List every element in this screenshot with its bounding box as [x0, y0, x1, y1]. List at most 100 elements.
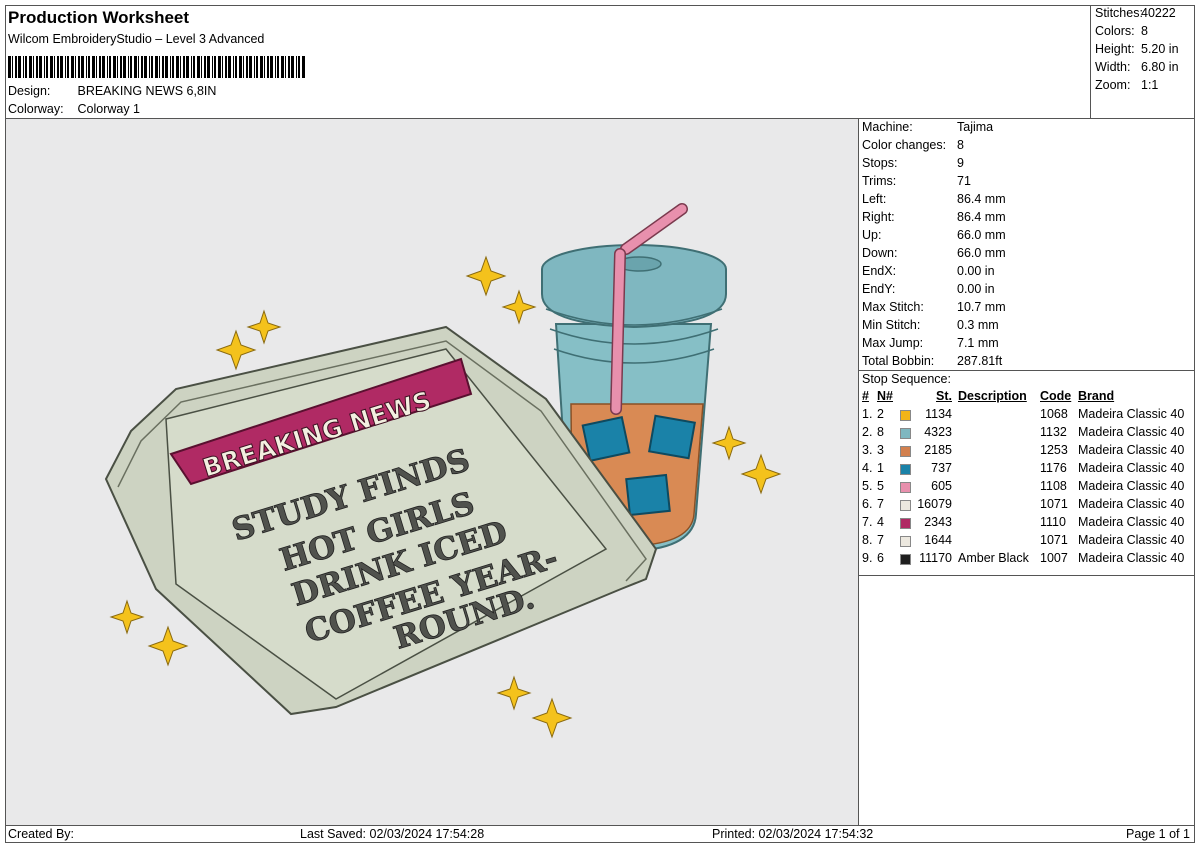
design-label: Design: — [8, 84, 51, 98]
sparkle-icon — [246, 309, 282, 345]
row-needle: 8 — [877, 425, 884, 439]
info-row: Down: 66.0 mm — [862, 246, 1006, 260]
software-name: Wilcom EmbroideryStudio – Level 3 Advanc… — [8, 32, 265, 46]
barcode-bar — [162, 56, 164, 78]
barcode-bar — [44, 56, 45, 78]
row-code: 1108 — [1040, 479, 1067, 493]
barcode-bar — [246, 56, 248, 78]
table-row: 7. 4 2343 1110 Madeira Classic 40 — [860, 515, 1194, 533]
barcode-bar — [130, 56, 132, 78]
color-swatch — [900, 500, 911, 511]
col-stitches: St. — [936, 389, 952, 403]
barcode-bar — [33, 56, 34, 78]
barcode-bar — [298, 56, 300, 78]
barcode-bar — [218, 56, 221, 78]
barcode-bar — [50, 56, 53, 78]
footer-divider — [5, 825, 1195, 826]
stop-sequence-heading: Stop Sequence: — [862, 372, 951, 386]
info-value: Tajima — [957, 120, 994, 134]
table-row: 5. 5 605 1108 Madeira Classic 40 — [860, 479, 1194, 497]
barcode-bar — [281, 56, 284, 78]
table-row: 6. 7 16079 1071 Madeira Classic 40 — [860, 497, 1194, 515]
row-code: 1071 — [1040, 533, 1068, 547]
barcode-bar — [71, 56, 74, 78]
info-value: 86.4 mm — [957, 210, 1006, 224]
barcode-bar — [117, 56, 118, 78]
info-row: Stops: 9 — [862, 156, 964, 170]
barcode-bar — [102, 56, 105, 78]
barcode-bar — [60, 56, 63, 78]
barcode-bar — [302, 56, 305, 78]
table-row: 2. 8 4323 1132 Madeira Classic 40 — [860, 425, 1194, 443]
barcode-bar — [270, 56, 273, 78]
page-title: Production Worksheet — [8, 8, 190, 27]
barcode-bar — [29, 56, 32, 78]
embroidery-artwork: BREAKING NEWS STUDY FINDS HOT GIRLS DRIN… — [104, 203, 782, 739]
info-row: Up: 66.0 mm — [862, 228, 1006, 242]
barcode-bar — [75, 56, 76, 78]
row-code: 1253 — [1040, 443, 1068, 457]
barcode-bar — [235, 56, 237, 78]
info-row: Machine: Tajima — [862, 120, 993, 134]
table-row: 4. 1 737 1176 Madeira Classic 40 — [860, 461, 1194, 479]
barcode-bar — [78, 56, 80, 78]
barcode-bar — [120, 56, 122, 78]
row-needle: 4 — [877, 515, 884, 529]
sparkle-icon — [740, 453, 782, 495]
row-brand: Madeira Classic 40 — [1078, 443, 1185, 457]
info-label: Color changes: — [862, 138, 947, 152]
stat-row: Height: 5.20 in — [1095, 42, 1179, 56]
barcode-bar — [212, 56, 213, 78]
row-num: 4. — [862, 461, 873, 475]
barcode-bar — [165, 56, 168, 78]
color-swatch — [900, 410, 911, 421]
table-row: 8. 7 1644 1071 Madeira Classic 40 — [860, 533, 1194, 551]
last-saved: Last Saved: 02/03/2024 17:54:28 — [300, 827, 485, 841]
barcode-bar — [144, 56, 147, 78]
row-brand: Madeira Classic 40 — [1078, 497, 1185, 511]
info-row: Trims: 71 — [862, 174, 971, 188]
barcode-bar — [256, 56, 258, 78]
barcode-bar — [291, 56, 294, 78]
barcode-bar — [264, 56, 265, 78]
row-brand: Madeira Classic 40 — [1078, 479, 1185, 493]
info-label: Total Bobbin: — [862, 354, 935, 368]
color-swatch — [900, 446, 911, 457]
sparkle-icon — [496, 675, 532, 711]
info-label: Trims: — [862, 174, 897, 188]
barcode-bar — [155, 56, 158, 78]
row-num: 6. — [862, 497, 873, 511]
row-num: 9. — [862, 551, 873, 565]
sparkle-icon — [465, 255, 507, 297]
stat-row: Zoom: 1:1 — [1095, 78, 1159, 92]
info-value: 287.81ft — [957, 354, 1003, 368]
barcode-bar — [57, 56, 59, 78]
sequence-header-row: # N# St. Description Code Brand — [860, 389, 1194, 407]
barcode-bar — [25, 56, 27, 78]
barcode-bar — [36, 56, 38, 78]
colorway-row: Colorway: Colorway 1 — [8, 102, 140, 116]
barcode-bar — [201, 56, 202, 78]
row-brand: Madeira Classic 40 — [1078, 533, 1185, 547]
barcode-bar — [88, 56, 90, 78]
barcode-bar — [170, 56, 171, 78]
info-value: 0.00 in — [957, 264, 995, 278]
col-needle: N# — [877, 389, 893, 403]
barcode-bar — [23, 56, 24, 78]
info-row: Min Stitch: 0.3 mm — [862, 318, 999, 332]
row-stitches: 737 — [931, 461, 952, 475]
design-stats-panel: Stitches:40222 Colors: 8 Height: 5.20 in W… — [1090, 5, 1195, 118]
row-code: 1007 — [1040, 551, 1068, 565]
row-code: 1071 — [1040, 497, 1068, 511]
barcode-bar — [186, 56, 189, 78]
barcode-bar — [67, 56, 69, 78]
barcode-bar — [193, 56, 195, 78]
row-num: 5. — [862, 479, 873, 493]
sparkle-icon — [147, 625, 189, 667]
sparkle-icon — [501, 289, 537, 325]
created-by: Created By: — [8, 827, 75, 841]
barcode-bar — [197, 56, 200, 78]
barcode-bar — [109, 56, 111, 78]
machine-info-panel: Machine: Tajima Color changes: 8 Stops: 9 Trim… — [859, 119, 1195, 825]
info-label: EndY: — [862, 282, 896, 296]
